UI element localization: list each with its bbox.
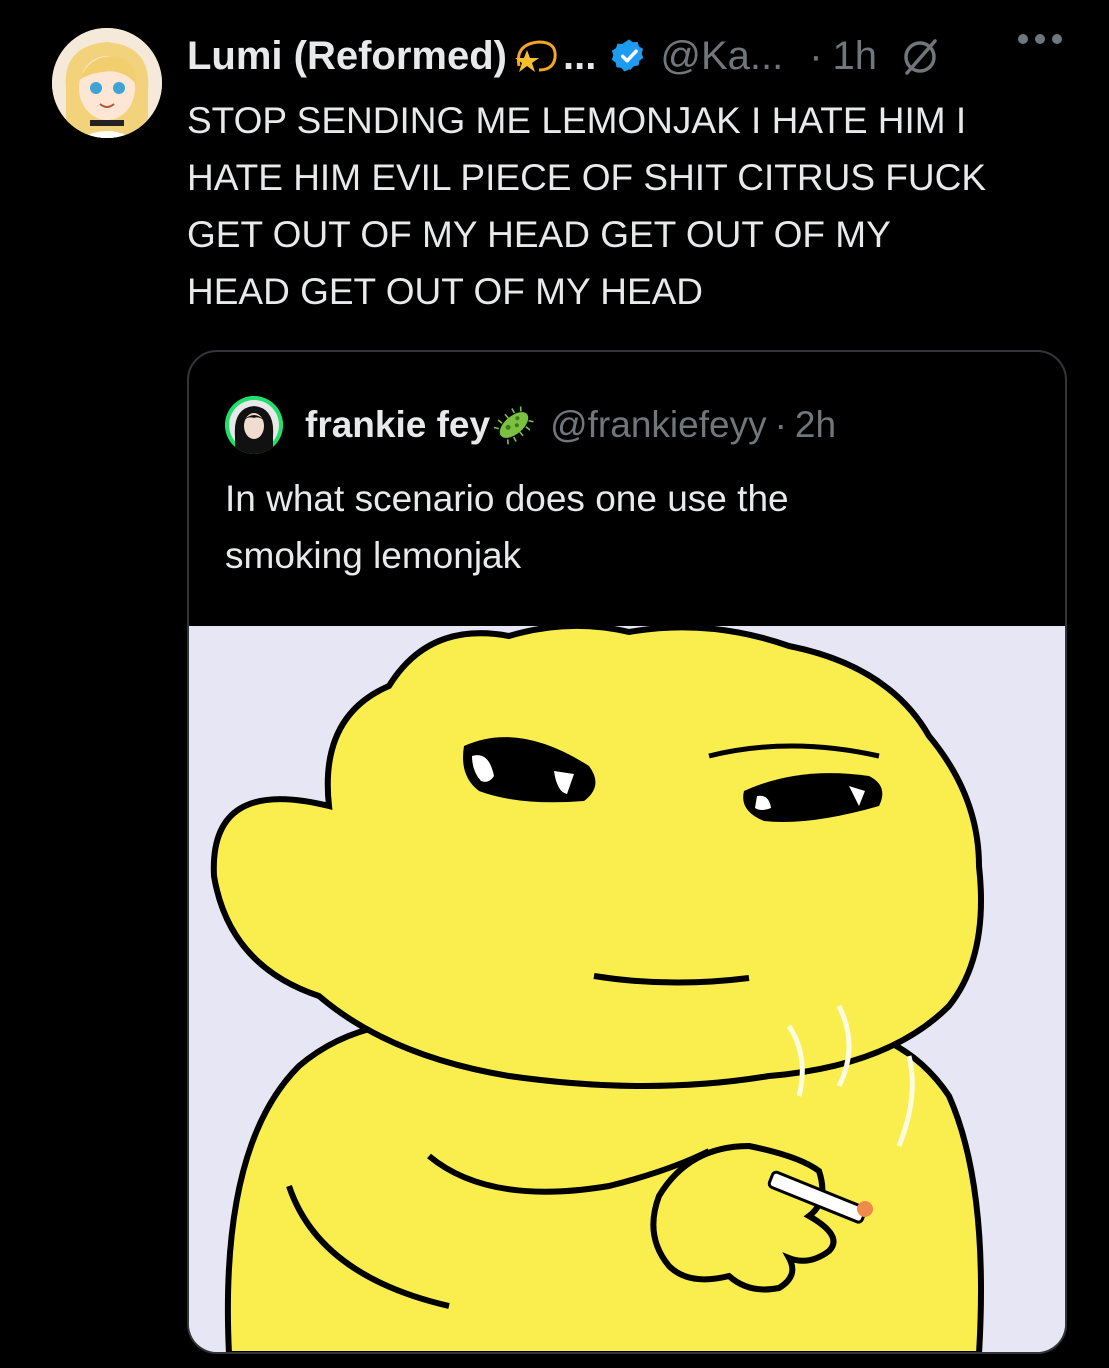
microbe-emoji-icon [492, 403, 536, 447]
dizzy-star-emoji-icon [513, 36, 559, 76]
post-time[interactable]: 1h [833, 34, 878, 79]
author-avatar[interactable] [52, 28, 162, 138]
quoted-post-card[interactable]: frankie fey @frankiefeyy · 2h In what sc… [187, 350, 1067, 1354]
grok-icon[interactable] [899, 35, 941, 77]
separator-dot: · [774, 404, 787, 445]
quoted-post-text: In what scenario does one use the smokin… [225, 478, 789, 576]
name-truncation: ... [563, 33, 597, 78]
quoted-author-name[interactable]: frankie fey [305, 404, 490, 446]
quoted-author-avatar[interactable] [225, 396, 283, 454]
post-text: STOP SENDING ME LEMONJAK I HATE HIM I HA… [187, 100, 987, 312]
quoted-author-handle[interactable]: @frankiefeyy [550, 404, 766, 446]
author-handle[interactable]: @Ka... [660, 34, 783, 79]
more-options-icon[interactable] [1018, 34, 1062, 44]
author-name[interactable]: Lumi (Reformed) [187, 34, 507, 79]
quoted-post-time[interactable]: 2h [795, 404, 836, 446]
verified-badge-icon[interactable] [610, 37, 648, 75]
separator-dot: · [809, 33, 823, 78]
quoted-post-header: frankie fey @frankiefeyy · 2h [305, 396, 836, 454]
quoted-post-image[interactable] [189, 622, 1065, 1352]
post-header: Lumi (Reformed) ... @Ka... · 1h [187, 28, 941, 84]
